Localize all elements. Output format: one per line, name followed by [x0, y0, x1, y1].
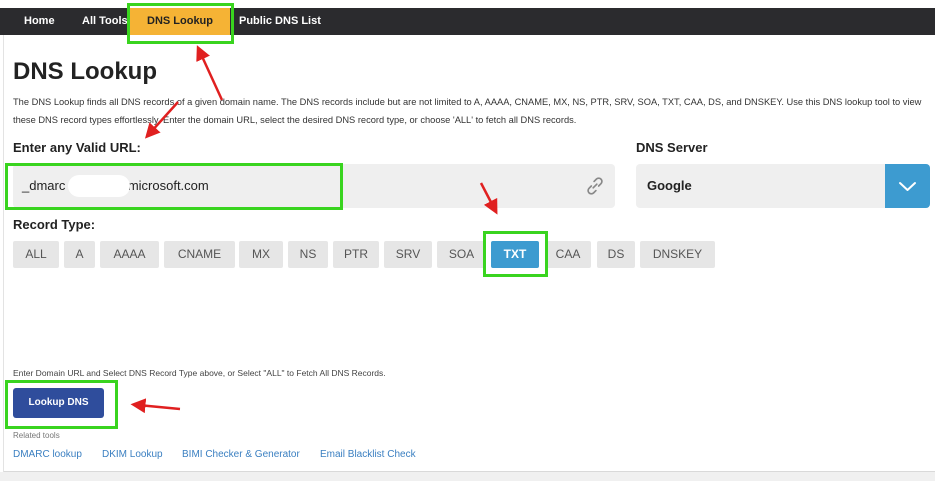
arrow-to-button	[130, 398, 181, 414]
annotation-arrows	[130, 45, 498, 414]
arrow-to-url	[144, 101, 179, 139]
arrow-to-txt	[479, 182, 498, 215]
arrow-to-nav	[196, 45, 224, 101]
